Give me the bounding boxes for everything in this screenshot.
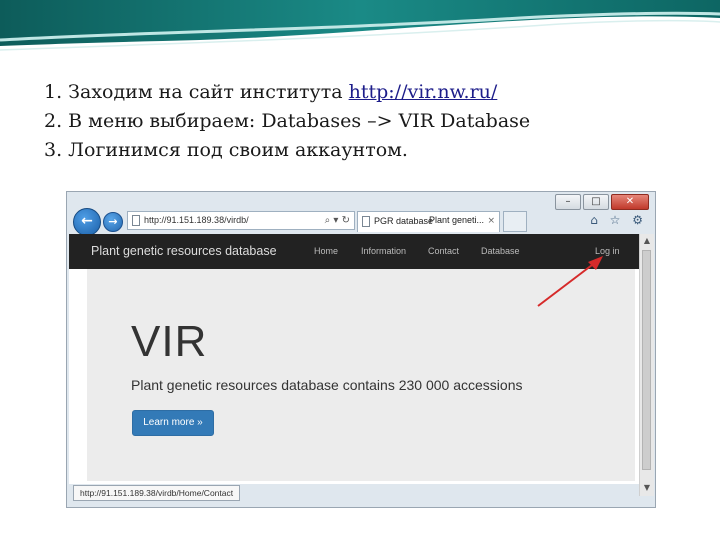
tab-page-icon: [362, 216, 370, 227]
tab-subtitle[interactable]: Plant geneti...: [429, 215, 484, 225]
address-bar[interactable]: http://91.151.189.38/virdb/ ⌕ ▾ ↻: [127, 211, 355, 230]
new-tab-button[interactable]: [503, 211, 527, 232]
instruction-step-3: 3. Логинимся под своим аккаунтом.: [44, 139, 408, 161]
site-navbar: Plant genetic resources database Home In…: [69, 234, 639, 269]
address-tools-icons[interactable]: ⌕ ▾ ↻: [325, 212, 350, 229]
learn-more-button[interactable]: Learn more »: [132, 410, 214, 436]
instruction-step-1-text: 1. Заходим на сайт института: [44, 81, 349, 103]
scroll-down-icon[interactable]: ▼: [640, 483, 654, 492]
site-brand[interactable]: Plant genetic resources database: [91, 244, 277, 258]
header-swoosh-decoration: [0, 0, 720, 51]
browser-screenshot: – □ ✕ ← → http://91.151.189.38/virdb/ ⌕ …: [66, 191, 656, 508]
address-url: http://91.151.189.38/virdb/: [144, 215, 249, 225]
instruction-step-1: 1. Заходим на сайт института http://vir.…: [44, 78, 530, 107]
page-title: VIR: [131, 317, 208, 366]
back-arrow-icon[interactable]: ←: [73, 208, 101, 236]
tab-close-icon[interactable]: ×: [487, 212, 495, 231]
tab-title: PGR database: [374, 216, 434, 226]
instruction-step-2: 2. В меню выбираем: Databases –> VIR Dat…: [44, 110, 531, 132]
nav-login[interactable]: Log in: [595, 246, 620, 256]
jumbotron: VIR Plant genetic resources database con…: [87, 269, 635, 481]
page-icon: [132, 215, 140, 226]
lead-text: Plant genetic resources database contain…: [131, 377, 523, 393]
scroll-up-icon[interactable]: ▲: [640, 236, 654, 245]
status-bar-url: http://91.151.189.38/virdb/Home/Contact: [73, 485, 241, 501]
nav-contact[interactable]: Contact: [428, 246, 459, 256]
nav-home[interactable]: Home: [314, 246, 338, 256]
forward-arrow-icon[interactable]: →: [103, 212, 123, 232]
institute-link[interactable]: http://vir.nw.ru/: [349, 81, 498, 103]
vertical-scrollbar[interactable]: ▲ ▼: [639, 234, 654, 496]
instruction-list: 1. Заходим на сайт института http://vir.…: [44, 78, 530, 165]
scroll-thumb[interactable]: [642, 250, 651, 470]
web-page-viewport: Plant genetic resources database Home In…: [69, 234, 639, 484]
nav-information[interactable]: Information: [361, 246, 406, 256]
browser-chrome: ← → http://91.151.189.38/virdb/ ⌕ ▾ ↻ PG…: [67, 208, 655, 236]
nav-database[interactable]: Database: [481, 246, 520, 256]
home-star-gear-icons[interactable]: ⌂ ☆ ⚙: [590, 213, 647, 227]
